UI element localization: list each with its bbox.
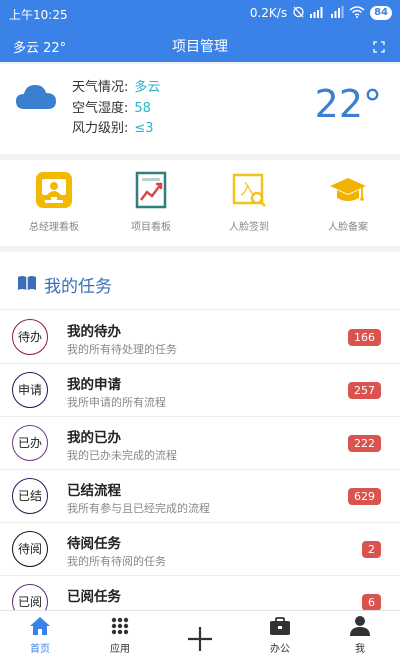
task-row-to-read[interactable]: 待阅 待阅任务 我的所有待阅的任务 2 xyxy=(0,523,400,576)
task-badge-circle: 待办 xyxy=(12,319,48,355)
nav-office[interactable]: 办公 xyxy=(240,611,320,666)
task-count-badge: 6 xyxy=(362,594,381,611)
app-screen: 上午10:25 0.2K/s 84 多云 22° 项目管理 天气情况: 多云 空… xyxy=(0,0,400,666)
weather-card: 天气情况: 多云 空气湿度: 58 风力级别: ≤3 22° xyxy=(0,64,400,154)
task-desc: 我的已办未完成的流程 xyxy=(67,449,177,462)
task-desc: 我所有参与且已经完成的流程 xyxy=(67,502,210,515)
task-count-badge: 629 xyxy=(348,488,381,505)
temperature: 22° xyxy=(314,82,382,126)
nav-label: 应用 xyxy=(110,644,130,655)
quick-action-label: 总经理看板 xyxy=(29,222,79,233)
tasks-title: 我的任务 xyxy=(44,277,112,297)
task-row-apply[interactable]: 申请 我的申请 我所申请的所有流程 257 xyxy=(0,364,400,417)
task-name: 已结流程 xyxy=(67,483,121,499)
humidity-value: 58 xyxy=(134,100,151,116)
task-count-badge: 257 xyxy=(348,382,381,399)
status-time: 上午10:25 xyxy=(9,8,68,22)
task-count-badge: 222 xyxy=(348,435,381,452)
wind-value: ≤3 xyxy=(134,121,154,136)
person-icon xyxy=(349,615,371,637)
task-desc: 我的所有待阅的任务 xyxy=(67,555,166,568)
wind-row: 风力级别: ≤3 xyxy=(72,119,160,140)
alarm-off-icon xyxy=(292,5,305,21)
humidity-row: 空气湿度: 58 xyxy=(72,99,160,120)
fullscreen-icon[interactable] xyxy=(373,38,385,57)
dashboard-icon xyxy=(34,170,74,210)
nav-me[interactable]: 我 xyxy=(320,611,400,666)
wifi-icon xyxy=(349,5,365,21)
network-speed: 0.2K/s xyxy=(249,6,288,20)
tasks-header: 我的任务 xyxy=(0,252,400,310)
quick-action-project-board[interactable]: 项目看板 xyxy=(101,170,201,233)
task-row-todo[interactable]: 待办 我的待办 我的所有待处理的任务 166 xyxy=(0,311,400,364)
weather-info: 天气情况: 多云 空气湿度: 58 风力级别: ≤3 xyxy=(72,78,160,140)
task-badge-circle: 申请 xyxy=(12,372,48,408)
task-desc: 我所申请的所有流程 xyxy=(67,396,166,409)
apps-grid-icon xyxy=(109,615,131,637)
nav-label: 首页 xyxy=(30,644,50,655)
wind-label: 风力级别: xyxy=(72,121,129,136)
plus-icon xyxy=(186,625,214,653)
face-signin-icon: 入 xyxy=(229,170,269,210)
bottom-nav: 首页 应用 办公 我 xyxy=(0,610,400,666)
cloud-icon xyxy=(15,82,57,114)
graduation-cap-icon xyxy=(328,170,368,210)
weather-condition-value: 多云 xyxy=(134,80,161,95)
book-icon xyxy=(17,275,37,295)
quick-action-label: 人脸备案 xyxy=(328,222,368,233)
task-name: 我的申请 xyxy=(67,377,121,393)
quick-actions: 总经理看板 项目看板 入 人脸签到 人脸备案 xyxy=(0,160,400,246)
header: 上午10:25 0.2K/s 84 多云 22° 项目管理 xyxy=(0,0,400,62)
signal-icon-2 xyxy=(331,5,344,21)
app-bar: 多云 22° 项目管理 xyxy=(0,30,400,60)
nav-label: 我 xyxy=(355,644,365,655)
task-count-badge: 2 xyxy=(362,541,381,558)
quick-action-face-record[interactable]: 人脸备案 xyxy=(298,170,398,233)
page-title: 项目管理 xyxy=(172,39,228,55)
task-row-done[interactable]: 已办 我的已办 我的已办未完成的流程 222 xyxy=(0,417,400,470)
weather-condition-label: 天气情况: xyxy=(72,80,129,95)
task-row-finished[interactable]: 已结 已结流程 我所有参与且已经完成的流程 629 xyxy=(0,470,400,523)
tasks-panel: 我的任务 待办 我的待办 我的所有待处理的任务 166 申请 我的申请 我所申请… xyxy=(0,252,400,629)
nav-home[interactable]: 首页 xyxy=(0,611,80,666)
quick-action-face-signin[interactable]: 入 人脸签到 xyxy=(199,170,299,233)
task-desc: 我的所有待处理的任务 xyxy=(67,343,177,356)
task-name: 待阅任务 xyxy=(67,536,121,552)
task-name: 我的待办 xyxy=(67,324,121,340)
task-badge-circle: 待阅 xyxy=(12,531,48,567)
status-bar: 上午10:25 0.2K/s 84 xyxy=(0,0,400,26)
quick-action-gm-board[interactable]: 总经理看板 xyxy=(4,170,104,233)
humidity-label: 空气湿度: xyxy=(72,100,129,116)
nav-label: 办公 xyxy=(270,644,290,655)
task-name: 我的已办 xyxy=(67,430,121,446)
weather-condition-row: 天气情况: 多云 xyxy=(72,78,160,99)
status-icons: 0.2K/s 84 xyxy=(250,5,392,21)
briefcase-icon xyxy=(269,615,291,637)
signal-icon xyxy=(310,6,326,21)
nav-apps[interactable]: 应用 xyxy=(80,611,160,666)
quick-action-label: 项目看板 xyxy=(131,222,171,233)
home-icon xyxy=(29,615,51,637)
chart-board-icon xyxy=(131,170,171,210)
task-badge-circle: 已结 xyxy=(12,478,48,514)
task-name: 已阅任务 xyxy=(67,589,121,605)
quick-action-label: 人脸签到 xyxy=(229,222,269,233)
task-badge-circle: 已办 xyxy=(12,425,48,461)
battery-level: 84 xyxy=(370,6,392,20)
nav-add[interactable] xyxy=(160,611,240,666)
task-count-badge: 166 xyxy=(348,329,381,346)
